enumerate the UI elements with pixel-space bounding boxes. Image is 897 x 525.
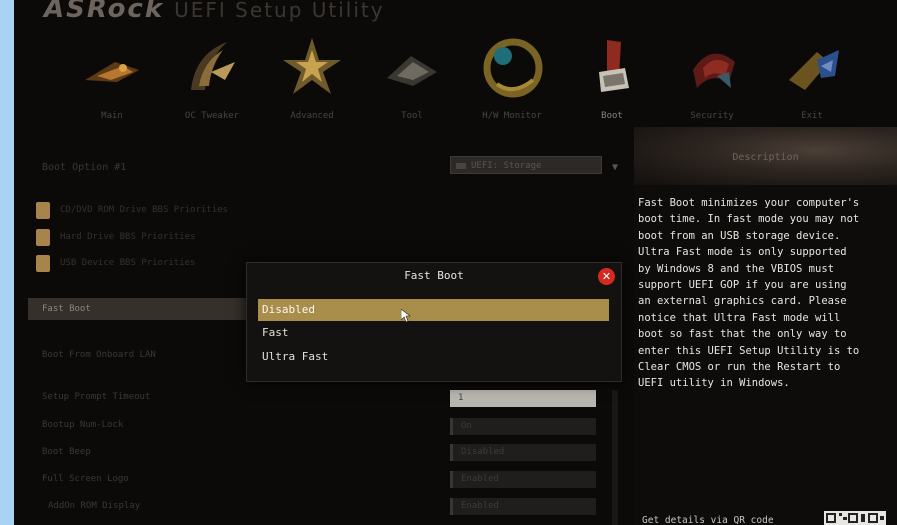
description-title: Description [732, 152, 799, 163]
fast-boot-dialog: Fast Boot ✕ Disabled Fast Ultra Fast [246, 262, 622, 382]
section-title: Boot Option #1 [42, 162, 127, 173]
value-boot-beep[interactable]: Disabled [450, 444, 596, 461]
menu-item-boot-from-lan[interactable]: Boot From Onboard LAN [42, 350, 156, 360]
security-icon [693, 53, 735, 88]
dialog-title: Fast Boot [404, 269, 464, 282]
chevron-down-icon[interactable]: ▼ [612, 162, 618, 173]
value-bootup-numlock[interactable]: On [450, 418, 596, 435]
exit-icon [789, 50, 839, 90]
option-ultra-fast[interactable]: Ultra Fast [258, 346, 609, 368]
folder-icon [36, 255, 50, 272]
value-full-screen-logo[interactable]: Enabled [450, 471, 596, 488]
qr-code-icon[interactable] [824, 511, 886, 525]
nav-tab-label: Boot [601, 111, 623, 121]
nav-tab-label: OC Tweaker [184, 111, 240, 121]
nav-tab-tool[interactable]: Tool [362, 20, 462, 135]
boot-option-selector[interactable]: UEFI: Storage [450, 156, 602, 174]
nav-tab-label: Tool [401, 111, 423, 121]
description-text: Fast Boot minimizes your computer's boot… [638, 197, 860, 390]
qr-code-label: Get details via QR code [642, 515, 774, 525]
nav-tab-label: Advanced [290, 111, 334, 121]
description-panel: Description Fast Boot minimizes your com… [634, 127, 897, 525]
nav-tab-security[interactable]: Security [662, 20, 762, 135]
top-navigation: Main OC Tweaker Advanced Tool H/W Monito… [62, 20, 897, 135]
folder-label: USB Device BBS Priorities [60, 258, 196, 268]
menu-item-setup-prompt-timeout[interactable]: Setup Prompt Timeout [42, 392, 150, 402]
uefi-screen: ASRock UEFI Setup Utility Main OC Tweaker [14, 0, 897, 525]
nav-tab-main[interactable]: Main [62, 20, 162, 135]
folder-label: CD/DVD ROM Drive BBS Priorities [60, 205, 228, 215]
nav-tab-boot[interactable]: Boot [562, 20, 662, 135]
storage-icon [456, 163, 466, 169]
nav-tab-advanced[interactable]: Advanced [262, 20, 362, 135]
oc-tweaker-icon [191, 42, 235, 90]
nav-tab-label: Exit [801, 111, 823, 121]
boot-option-value: UEFI: Storage [471, 161, 542, 171]
value-addon-rom-display[interactable]: Enabled [450, 498, 596, 515]
nav-tab-label: Main [101, 111, 123, 121]
folder-icon [36, 229, 50, 246]
tool-icon [387, 56, 437, 86]
folder-icon [36, 202, 50, 219]
menu-item-fast-boot[interactable]: Fast Boot [28, 298, 253, 320]
menu-item-bootup-numlock[interactable]: Bootup Num-Lock [42, 420, 123, 430]
folder-label: Hard Drive BBS Priorities [60, 232, 196, 242]
scrollbar[interactable] [612, 390, 618, 525]
menu-item-boot-beep[interactable]: Boot Beep [42, 447, 91, 457]
mouse-cursor-icon [401, 309, 411, 323]
nav-tab-label: H/W Monitor [482, 111, 542, 121]
menu-item-full-screen-logo[interactable]: Full Screen Logo [42, 474, 129, 484]
advanced-icon [283, 38, 341, 94]
value-setup-prompt-timeout[interactable]: 1 [450, 390, 596, 407]
main-icon [85, 62, 139, 82]
nav-tab-exit[interactable]: Exit [762, 20, 862, 135]
description-header: Description [634, 127, 897, 185]
nav-tab-label: Security [690, 111, 734, 121]
brand-product: UEFI Setup Utility [174, 0, 385, 22]
menu-item-addon-rom-display[interactable]: AddOn ROM Display [48, 501, 140, 511]
nav-tab-oc-tweaker[interactable]: OC Tweaker [162, 20, 262, 135]
option-fast[interactable]: Fast [258, 322, 609, 344]
close-icon[interactable]: ✕ [598, 268, 615, 285]
hw-monitor-icon [483, 38, 543, 98]
boot-icon [599, 40, 629, 92]
option-disabled[interactable]: Disabled [258, 299, 609, 321]
nav-tab-hw-monitor[interactable]: H/W Monitor [462, 20, 562, 135]
